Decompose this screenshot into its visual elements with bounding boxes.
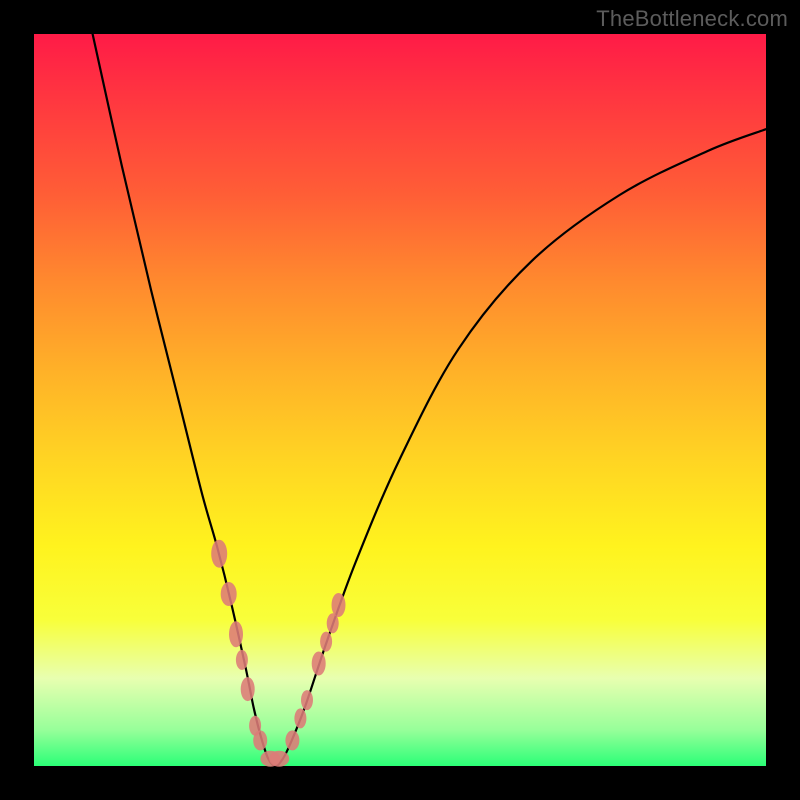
marker-point (236, 650, 248, 670)
chart-svg (34, 34, 766, 766)
bottleneck-curve (93, 34, 766, 766)
marker-point (221, 582, 237, 606)
marker-point (312, 652, 326, 676)
marker-point (301, 690, 313, 710)
markers-group (211, 540, 345, 767)
marker-point (294, 708, 306, 728)
marker-point (332, 593, 346, 617)
marker-point (285, 730, 299, 750)
chart-frame: TheBottleneck.com (0, 0, 800, 800)
plot-area (34, 34, 766, 766)
marker-point (241, 677, 255, 701)
marker-point (229, 621, 243, 647)
watermark-text: TheBottleneck.com (596, 6, 788, 32)
marker-point (320, 632, 332, 652)
marker-point (253, 730, 267, 750)
marker-point (211, 540, 227, 568)
marker-point (269, 751, 289, 767)
